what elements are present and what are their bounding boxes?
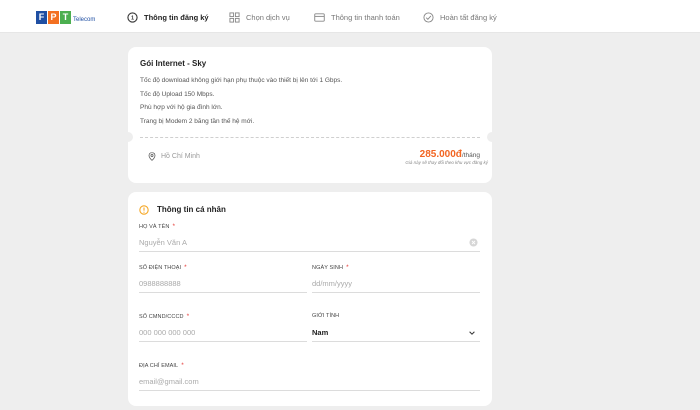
package-feature: Tốc độ download không giới hạn phụ thuộc… bbox=[140, 77, 343, 84]
chevron-down-icon bbox=[469, 331, 475, 335]
email-label: ĐỊA CHỈ EMAIL * bbox=[139, 362, 184, 369]
step-label: Chọn dịch vụ bbox=[246, 12, 290, 22]
step-complete[interactable]: Hoàn tất đăng ký bbox=[423, 10, 497, 24]
step-label: Hoàn tất đăng ký bbox=[440, 12, 497, 22]
price-note: Giá này sẽ thay đổi theo khu vực đăng ký bbox=[405, 160, 488, 165]
phone-label: SỐ ĐIỆN THOẠI * bbox=[139, 264, 187, 271]
dob-input[interactable]: dd/mm/yyyy bbox=[312, 277, 480, 293]
package-price: 285.000đ/tháng bbox=[420, 149, 480, 160]
clear-icon[interactable] bbox=[469, 238, 478, 247]
price-value: 285.000đ bbox=[419, 149, 462, 160]
personal-info-card bbox=[128, 192, 492, 406]
fullname-label: HỌ VÀ TÊN * bbox=[139, 223, 176, 230]
step-label: Thông tin đăng ký bbox=[144, 12, 209, 22]
info-icon bbox=[139, 205, 149, 215]
email-input[interactable]: email@gmail.com bbox=[139, 375, 480, 391]
logo-letter-t: T bbox=[60, 11, 71, 24]
location-selector[interactable]: Hồ Chí Minh bbox=[148, 152, 200, 161]
package-feature: Phù hợp với hộ gia đình lớn. bbox=[140, 104, 223, 111]
dob-label: NGÀY SINH * bbox=[312, 264, 349, 271]
idcard-input[interactable]: 000 000 000 000 bbox=[139, 326, 307, 342]
check-circle-icon bbox=[423, 11, 434, 23]
grid-icon bbox=[229, 11, 240, 23]
step-select-service[interactable]: Chọn dịch vụ bbox=[229, 10, 290, 24]
gender-value: Nam bbox=[312, 328, 329, 337]
package-title: Gói Internet - Sky bbox=[140, 59, 207, 68]
step-payment-info[interactable]: Thông tin thanh toán bbox=[314, 10, 400, 24]
gender-label: GIỚI TÍNH bbox=[312, 313, 340, 319]
section-title: Thông tin cá nhân bbox=[157, 205, 226, 214]
email-placeholder: email@gmail.com bbox=[139, 377, 199, 386]
dob-placeholder: dd/mm/yyyy bbox=[312, 279, 353, 288]
step-registration-info[interactable]: 1 Thông tin đăng ký bbox=[127, 10, 209, 24]
price-unit: /tháng bbox=[461, 152, 480, 159]
package-feature: Trang bị Modem 2 băng tần thế hệ mới. bbox=[140, 118, 255, 125]
fpt-telecom-logo[interactable]: F P T Telecom bbox=[36, 8, 95, 24]
svg-text:1: 1 bbox=[131, 15, 134, 21]
logo-letter-f: F bbox=[36, 11, 47, 24]
step-label: Thông tin thanh toán bbox=[331, 12, 400, 22]
ticket-notch-right bbox=[487, 132, 497, 142]
ticket-notch-left bbox=[123, 132, 133, 142]
circle-one-icon: 1 bbox=[127, 11, 138, 23]
top-header: F P T Telecom 1 Thông tin đăng ký Chọn d… bbox=[0, 0, 700, 33]
location-pin-icon bbox=[148, 152, 156, 161]
fullname-placeholder: Nguyễn Văn A bbox=[139, 238, 187, 247]
idcard-label: SỐ CMND/CCCD * bbox=[139, 313, 190, 320]
package-feature: Tốc độ Upload 150 Mbps. bbox=[140, 91, 215, 98]
card-icon bbox=[314, 12, 325, 22]
phone-placeholder: 0988888888 bbox=[139, 279, 181, 288]
phone-input[interactable]: 0988888888 bbox=[139, 277, 307, 293]
logo-letter-p: P bbox=[48, 11, 59, 24]
idcard-placeholder: 000 000 000 000 bbox=[139, 328, 196, 337]
location-text: Hồ Chí Minh bbox=[161, 153, 200, 160]
fullname-input[interactable]: Nguyễn Văn A bbox=[139, 236, 480, 252]
ticket-divider bbox=[140, 137, 480, 138]
logo-subtitle: Telecom bbox=[73, 17, 96, 23]
gender-select[interactable]: Nam bbox=[312, 326, 480, 342]
